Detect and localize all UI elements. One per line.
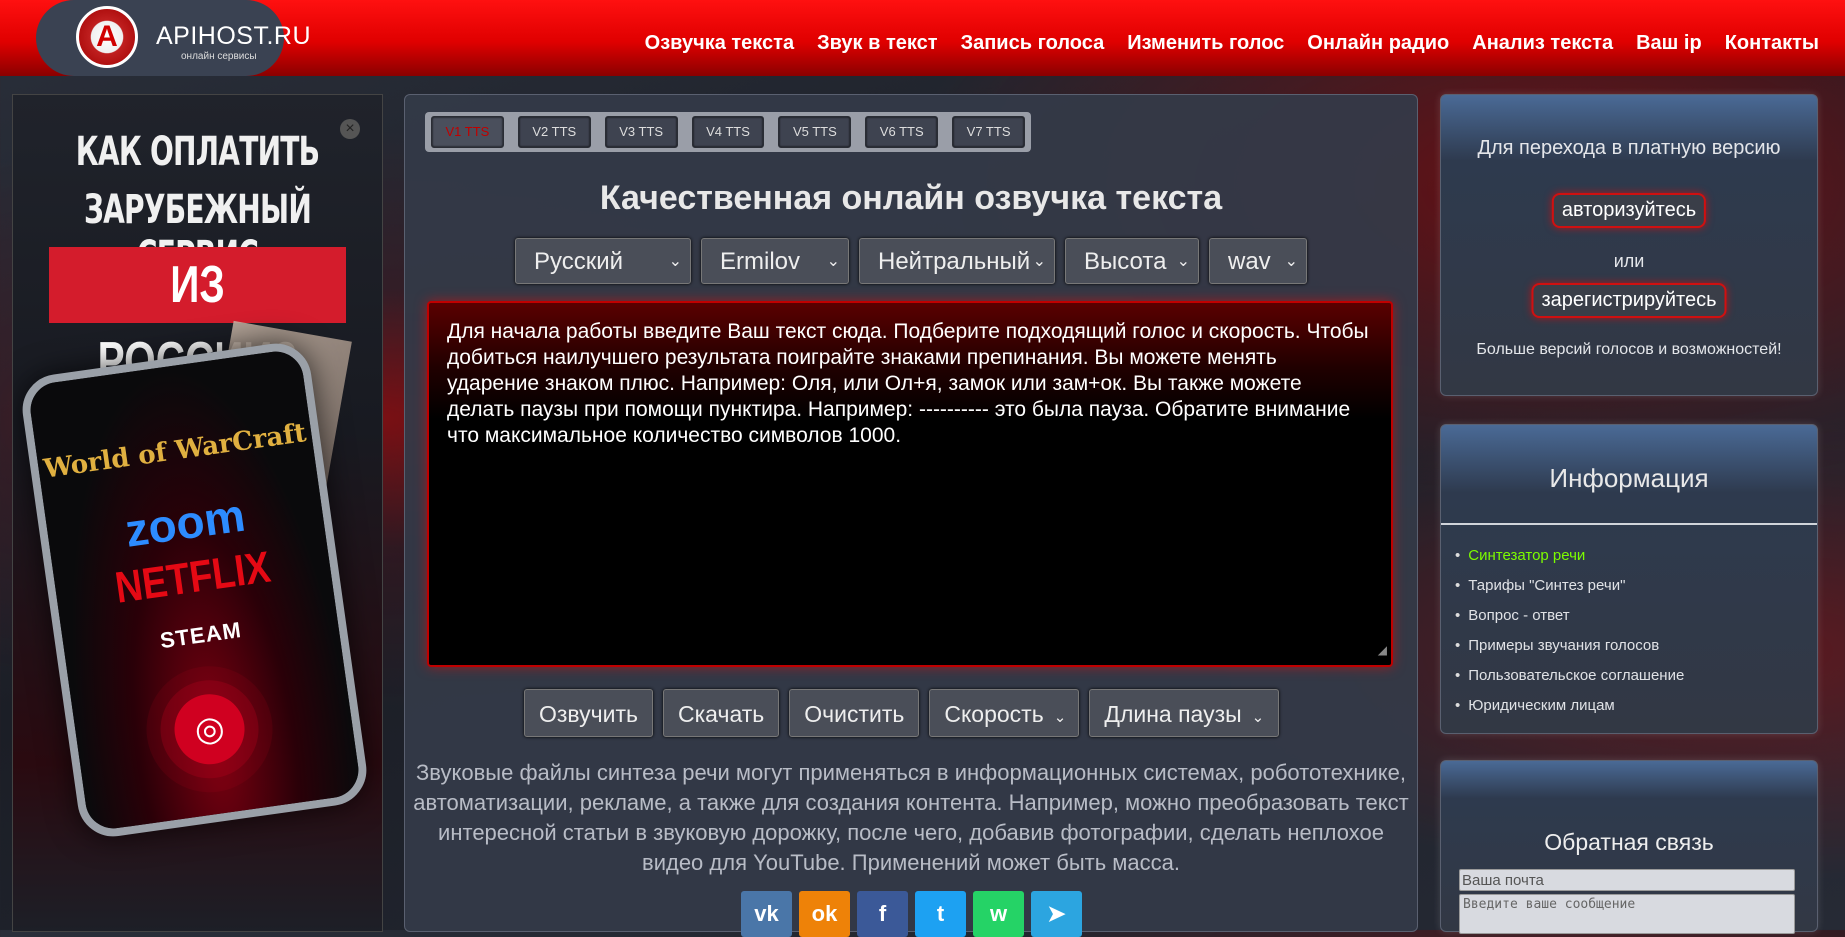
nav-contacts[interactable]: Контакты [1725, 32, 1819, 55]
vk-icon[interactable]: vk [741, 891, 792, 937]
close-icon[interactable]: × [340, 119, 360, 139]
voice-settings: Русский ⌄ Ermilov ⌄ Нейтральный ⌄ Высота ⌄ w… [515, 238, 1307, 284]
tab-v7[interactable]: V7 TTS [952, 116, 1026, 148]
fingerprint-icon: ◎ [169, 689, 250, 769]
tab-v6[interactable]: V6 TTS [865, 116, 939, 148]
language-select[interactable]: Русский ⌄ [515, 238, 691, 284]
login-link[interactable]: авторизуйтесь [1551, 193, 1707, 228]
emotion-select[interactable]: Нейтральный ⌄ [859, 238, 1055, 284]
info-link-voice-examples[interactable]: Примеры звучания голосов [1455, 631, 1684, 661]
chevron-down-icon: ⌄ [1284, 253, 1298, 270]
description-text: Звуковые файлы синтеза речи могут примен… [413, 760, 1409, 875]
format-select[interactable]: wav ⌄ [1209, 238, 1307, 284]
chevron-down-icon: ⌄ [826, 253, 840, 270]
or-text: или [1613, 251, 1645, 271]
page-title: Качественная онлайн озвучка текста [599, 179, 1223, 217]
tab-v5[interactable]: V5 TTS [778, 116, 852, 148]
info-link-synthesizer[interactable]: Синтезатор речи [1455, 541, 1684, 571]
pitch-select[interactable]: Высота ⌄ [1065, 238, 1199, 284]
brand-wow: World of WarCraft [41, 418, 309, 485]
ad-headline-3: ИЗ РОССИИ? [49, 247, 346, 390]
ad-banner[interactable]: × КАК ОПЛАТИТЬ ЗАРУБЕЖНЫЙ СЕРВИС ИЗ РОСС… [12, 94, 383, 932]
tab-v1[interactable]: V1 TTS [431, 116, 504, 148]
info-box: Информация Синтезатор речи Тарифы "Синте… [1440, 424, 1818, 734]
info-link-user-agreement[interactable]: Пользовательское соглашение [1455, 661, 1684, 691]
text-input[interactable]: Для начала работы введите Ваш текст сюда… [427, 301, 1393, 667]
header: A APIHOST.RU онлайн сервисы Озвучка текс… [0, 0, 1845, 76]
divider [1441, 523, 1817, 525]
nav-change-voice[interactable]: Изменить голос [1127, 32, 1284, 55]
clear-button[interactable]: Очистить [789, 689, 920, 737]
nav-text-analysis[interactable]: Анализ текста [1472, 32, 1613, 55]
pause-length-select[interactable]: Длина паузы ⌄ [1089, 689, 1280, 737]
register-link[interactable]: зарегистрируйтесь [1531, 283, 1727, 318]
resize-handle-icon[interactable]: ◢ [1378, 637, 1387, 663]
nav-tts[interactable]: Озвучка текста [645, 32, 794, 55]
email-field[interactable]: Ваша почта [1459, 869, 1795, 891]
facebook-icon[interactable]: f [857, 891, 908, 937]
feedback-box: Обратная связь Ваша почта Введите ваше с… [1440, 760, 1818, 934]
share-buttons: vk ok f t w ➤ [741, 891, 1082, 937]
nav-speech-to-text[interactable]: Звук в текст [817, 32, 937, 55]
paid-version-box: Для перехода в платную версию авторизуйт… [1440, 94, 1818, 396]
telegram-icon[interactable]: ➤ [1031, 891, 1082, 937]
action-bar: Озвучить Скачать Очистить Скорость ⌄ Длин… [524, 689, 1280, 737]
main-panel: V1 TTS V2 TTS V3 TTS V4 TTS V5 TTS V6 TT… [404, 94, 1418, 937]
tab-v3[interactable]: V3 TTS [604, 116, 678, 148]
feedback-title: Обратная связь [1544, 829, 1714, 855]
voice-select[interactable]: Ermilov ⌄ [701, 238, 849, 284]
paid-more-text: Больше версий голосов и возможностей! [1476, 341, 1782, 358]
nav-your-ip[interactable]: Ваш ip [1636, 32, 1702, 55]
phone-screen: World of WarCraft zoom NETFLIX STEAM ◎ [27, 348, 362, 832]
main-nav: Озвучка текста Звук в текст Запись голос… [622, 32, 1819, 55]
twitter-icon[interactable]: t [915, 891, 966, 937]
info-list: Синтезатор речи Тарифы "Синтез речи" Воп… [1455, 541, 1684, 721]
chevron-down-icon: ⌄ [1251, 709, 1265, 726]
speed-select[interactable]: Скорость ⌄ [929, 689, 1080, 737]
chevron-down-icon: ⌄ [1053, 709, 1067, 726]
tts-version-tabs: V1 TTS V2 TTS V3 TTS V4 TTS V5 TTS V6 TT… [425, 112, 1031, 152]
tab-v4[interactable]: V4 TTS [691, 116, 765, 148]
chevron-down-icon: ⌄ [1176, 253, 1190, 270]
logo[interactable]: A APIHOST.RU онлайн сервисы [36, 0, 311, 76]
info-title: Информация [1549, 463, 1709, 493]
logo-text: APIHOST.RU [156, 22, 312, 50]
logo-icon: A [76, 6, 138, 68]
chevron-down-icon: ⌄ [668, 253, 682, 270]
ad-headline-1: КАК ОПЛАТИТЬ [75, 129, 320, 175]
info-link-faq[interactable]: Вопрос - ответ [1455, 601, 1684, 631]
speak-button[interactable]: Озвучить [524, 689, 653, 737]
logo-subtitle: онлайн сервисы [181, 51, 257, 62]
odnoklassniki-icon[interactable]: ok [799, 891, 850, 937]
paid-text: Для перехода в платную версию [1477, 137, 1781, 159]
nav-voice-record[interactable]: Запись голоса [961, 32, 1105, 55]
info-link-tariffs[interactable]: Тарифы "Синтез речи" [1455, 571, 1684, 601]
download-button[interactable]: Скачать [663, 689, 780, 737]
whatsapp-icon[interactable]: w [973, 891, 1024, 937]
tab-v2[interactable]: V2 TTS [517, 116, 591, 148]
message-field[interactable]: Введите ваше сообщение [1459, 894, 1795, 934]
chevron-down-icon: ⌄ [1032, 253, 1046, 270]
nav-online-radio[interactable]: Онлайн радио [1307, 32, 1449, 55]
info-link-legal-entities[interactable]: Юридическим лицам [1455, 691, 1684, 721]
